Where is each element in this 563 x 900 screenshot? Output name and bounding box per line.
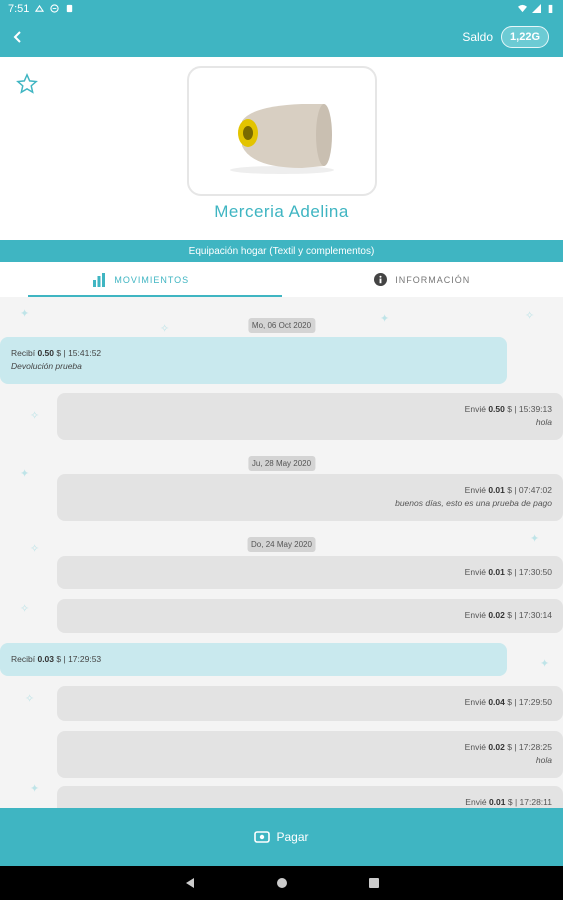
movement-note: hola xyxy=(535,417,552,427)
nav-recents-icon[interactable] xyxy=(368,877,380,889)
vpn-icon xyxy=(50,4,60,13)
pay-button[interactable]: Pagar xyxy=(0,808,563,866)
movement-summary: Envié 0.50 $ | 15:39:13 xyxy=(464,404,552,414)
sim-icon xyxy=(67,4,73,13)
movement-received[interactable]: Recibí 0.50 $ | 15:41:52 Devolución prue… xyxy=(0,337,507,384)
wifi-icon xyxy=(518,4,527,13)
store-header: Merceria Adelina xyxy=(0,57,563,240)
date-separator: Ju, 28 May 2020 xyxy=(247,456,316,471)
decor-icon: ✧ xyxy=(30,543,40,555)
movement-note: Devolución prueba xyxy=(11,361,82,371)
balance-label: Saldo xyxy=(462,30,494,44)
decor-icon: ✧ xyxy=(20,603,30,615)
info-icon xyxy=(374,273,388,286)
money-icon xyxy=(254,831,271,843)
movement-summary: Recibí 0.50 $ | 15:41:52 xyxy=(11,348,102,358)
system-navigation-bar xyxy=(0,866,563,900)
decor-icon: ✧ xyxy=(30,410,40,422)
tab-bar: MOVIMIENTOS INFORMACIÓN xyxy=(0,262,563,297)
decor-icon: ✦ xyxy=(20,468,30,480)
thread-spool-icon xyxy=(230,104,334,174)
movement-sent[interactable]: Envié 0.02 $ | 17:28:25 hola xyxy=(57,731,563,778)
movement-summary: Envié 0.04 $ | 17:29:50 xyxy=(464,697,552,707)
movement-note: hola xyxy=(535,755,552,765)
date-separator: Mo, 06 Oct 2020 xyxy=(247,318,316,333)
tab-label: MOVIMIENTOS xyxy=(114,274,190,285)
tab-movimientos[interactable]: MOVIMIENTOS xyxy=(0,262,282,297)
signal-icon xyxy=(532,4,541,13)
category-label: Equipación hogar (Textil y complementos) xyxy=(0,240,563,262)
movement-summary: Envié 0.01 $ | 07:47:02 xyxy=(464,485,552,495)
decor-icon: ✦ xyxy=(540,658,550,670)
store-name: Merceria Adelina xyxy=(214,202,349,221)
movement-summary: Envié 0.02 $ | 17:30:14 xyxy=(464,610,552,620)
bar-chart-icon xyxy=(93,272,106,287)
date-separator: Do, 24 May 2020 xyxy=(247,537,316,552)
movement-summary: Recibí 0.03 $ | 17:29:53 xyxy=(11,654,102,664)
product-image xyxy=(187,66,377,196)
decor-icon: ✧ xyxy=(525,310,535,322)
decor-icon: ✧ xyxy=(160,323,170,335)
movement-summary: Envié 0.01 $ | 17:28:11 xyxy=(465,797,552,807)
movement-summary: Envié 0.01 $ | 17:30:50 xyxy=(464,567,552,577)
balance: Saldo 1,22G xyxy=(462,26,563,48)
tab-informacion[interactable]: INFORMACIÓN xyxy=(282,262,563,297)
pay-button-label: Pagar xyxy=(276,830,309,844)
movement-note: buenos días, esto es una prueba de pago xyxy=(395,498,552,508)
wifi-calling-icon xyxy=(35,4,45,12)
clock: 7:51 xyxy=(8,2,30,15)
app-bar: Saldo 1,22G xyxy=(0,17,563,57)
decor-icon: ✧ xyxy=(25,693,35,705)
nav-home-icon[interactable] xyxy=(276,877,288,889)
decor-icon: ✦ xyxy=(20,308,30,320)
decor-icon: ✦ xyxy=(530,533,540,545)
movement-sent[interactable]: Envié 0.02 $ | 17:30:14 xyxy=(57,599,563,633)
movement-summary: Envié 0.02 $ | 17:28:25 xyxy=(464,742,552,752)
status-bar: 7:51 xyxy=(0,0,563,17)
movement-sent[interactable]: Envié 0.50 $ | 15:39:13 hola xyxy=(57,393,563,440)
movement-sent[interactable]: Envié 0.01 $ | 07:47:02 buenos días, est… xyxy=(57,474,563,521)
nav-back-icon[interactable] xyxy=(184,877,196,889)
movements-feed[interactable]: ✦ ✧ ✦ ✧ ✧ ✦ ✧ ✦ ✧ ✦ ✧ ✦ Mo, 06 Oct 2020 … xyxy=(0,297,563,808)
tab-label: INFORMACIÓN xyxy=(395,274,471,285)
decor-icon: ✦ xyxy=(30,783,40,795)
battery-icon xyxy=(548,4,553,13)
favorite-star-icon[interactable] xyxy=(16,73,38,95)
movement-sent[interactable]: Envié 0.01 $ | 17:28:11 xyxy=(57,786,563,808)
balance-value: 1,22G xyxy=(501,26,549,48)
movement-sent[interactable]: Envié 0.01 $ | 17:30:50 xyxy=(57,556,563,589)
back-button[interactable] xyxy=(0,17,36,57)
chevron-left-icon xyxy=(13,31,21,43)
decor-icon: ✦ xyxy=(380,313,390,325)
movement-sent[interactable]: Envié 0.04 $ | 17:29:50 xyxy=(57,686,563,721)
movement-received[interactable]: Recibí 0.03 $ | 17:29:53 xyxy=(0,643,507,676)
